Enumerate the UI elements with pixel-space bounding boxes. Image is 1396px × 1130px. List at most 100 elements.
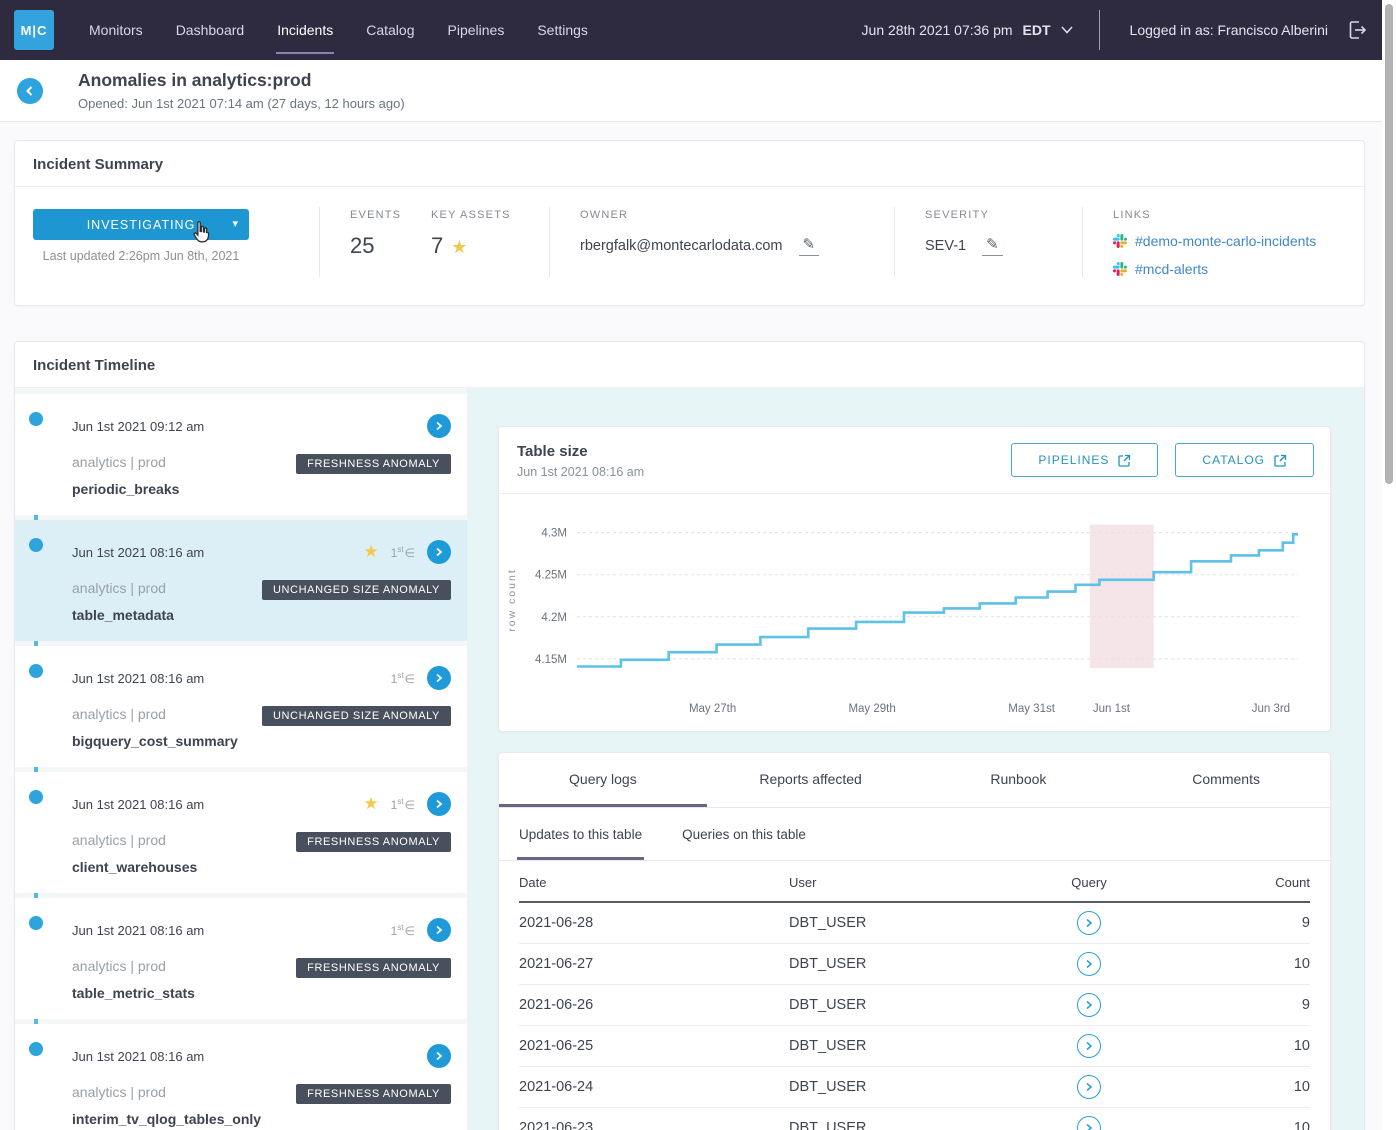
scrollbar-thumb[interactable] (1385, 4, 1393, 484)
chevron-right-icon (1084, 1123, 1094, 1130)
table-size-subtitle: Jun 1st 2021 08:16 am (517, 465, 644, 479)
query-table-header: Date User Query Count (519, 861, 1310, 903)
query-row-count: 10 (1169, 956, 1310, 972)
open-incident-button[interactable] (427, 792, 451, 816)
back-button[interactable] (17, 78, 43, 104)
edit-owner-icon[interactable]: ✎ (799, 235, 820, 256)
open-incident-button[interactable] (427, 918, 451, 942)
svg-text:Jun 1st: Jun 1st (1093, 703, 1131, 715)
timeline-dot (29, 916, 43, 930)
scrollbar[interactable] (1382, 0, 1396, 1130)
key-asset-star-icon: ★ (363, 794, 378, 814)
page-subtitle: Opened: Jun 1st 2021 07:14 am (27 days, … (78, 96, 1396, 111)
svg-text:row count: row count (506, 568, 518, 632)
timeline-item-date: Jun 1st 2021 08:16 am (72, 545, 204, 560)
timeline-item-table-name: periodic_breaks (72, 481, 451, 497)
timeline-item[interactable]: Jun 1st 2021 08:16 am ★ 1st∈ analytics |… (15, 898, 467, 1019)
query-row-date: 2021-06-24 (519, 1079, 789, 1095)
catalog-button[interactable]: CATALOG (1175, 443, 1314, 477)
nav-item-monitors[interactable]: Monitors (88, 16, 144, 44)
svg-text:4.25M: 4.25M (535, 570, 567, 582)
chevron-right-icon (434, 547, 444, 557)
key-assets-label: KEY ASSETS (431, 209, 549, 221)
external-link-icon (1274, 454, 1287, 467)
tab-runbook[interactable]: Runbook (915, 753, 1123, 807)
timeline-item-table-name: bigquery_cost_summary (72, 733, 451, 749)
open-incident-button[interactable] (427, 666, 451, 690)
timeline-item-table-name: client_warehouses (72, 859, 451, 875)
subtab-queries-on-this-table[interactable]: Queries on this table (680, 808, 808, 860)
slack-icon (1113, 234, 1127, 248)
datetime-dropdown[interactable]: Jun 28th 2021 07:36 pm EDT (862, 22, 1073, 38)
query-row-count: 10 (1169, 1120, 1310, 1130)
nav-item-pipelines[interactable]: Pipelines (447, 16, 506, 44)
open-incident-button[interactable] (427, 540, 451, 564)
key-assets-value: 7★ (431, 233, 549, 259)
svg-text:Jun 3rd: Jun 3rd (1252, 703, 1290, 715)
logout-icon[interactable] (1346, 19, 1368, 41)
chevron-left-icon (24, 85, 36, 97)
status-dropdown-button[interactable]: INVESTIGATING ▾ (33, 209, 249, 240)
timeline-item-date: Jun 1st 2021 09:12 am (72, 419, 204, 434)
timeline-item-dataset: analytics | prod (72, 580, 166, 596)
timeline-item-date: Jun 1st 2021 08:16 am (72, 797, 204, 812)
svg-text:May 29th: May 29th (848, 703, 895, 715)
query-row-count: 9 (1169, 997, 1310, 1013)
query-row-user: DBT_USER (789, 1038, 1009, 1054)
table-size-chart: 4.15M4.2M4.25M4.3MMay 27thMay 29thMay 31… (501, 508, 1316, 720)
view-query-button[interactable] (1077, 911, 1101, 935)
timeline-item[interactable]: Jun 1st 2021 08:16 am ★ 1st∈ analytics |… (15, 772, 467, 893)
chevron-right-icon (434, 673, 444, 683)
timeline-item-dataset: analytics | prod (72, 706, 166, 722)
timeline-item[interactable]: Jun 1st 2021 08:16 am ★ 1st∈ analytics |… (15, 1024, 467, 1130)
nav-item-settings[interactable]: Settings (536, 16, 589, 44)
view-query-button[interactable] (1077, 1034, 1101, 1058)
tab-reports-affected[interactable]: Reports affected (707, 753, 915, 807)
svg-text:4.3M: 4.3M (541, 528, 567, 540)
svg-text:May 31st: May 31st (1008, 703, 1055, 715)
slack-channel-link[interactable]: #demo-monte-carlo-incidents (1135, 233, 1316, 249)
first-incident-icon: 1st∈ (391, 671, 415, 686)
query-row-user: DBT_USER (789, 1120, 1009, 1130)
status-last-updated: Last updated 2:26pm Jun 8th, 2021 (33, 249, 249, 263)
view-query-button[interactable] (1077, 993, 1101, 1017)
view-query-button[interactable] (1077, 952, 1101, 976)
anomaly-type-tag: FRESHNESS ANOMALY (296, 958, 451, 978)
timeline-item[interactable]: Jun 1st 2021 08:16 am ★ 1st∈ analytics |… (15, 520, 467, 641)
open-incident-button[interactable] (427, 414, 451, 438)
svg-text:4.2M: 4.2M (541, 612, 567, 624)
query-row-count: 10 (1169, 1038, 1310, 1054)
anomaly-type-tag: FRESHNESS ANOMALY (296, 1084, 451, 1104)
timeline-dot (29, 790, 43, 804)
pipelines-button[interactable]: PIPELINES (1011, 443, 1158, 477)
timeline-item[interactable]: Jun 1st 2021 08:16 am ★ 1st∈ analytics |… (15, 646, 467, 767)
query-row-date: 2021-06-23 (519, 1120, 789, 1130)
page-title: Anomalies in analytics:prod (78, 70, 1396, 91)
nav-item-incidents[interactable]: Incidents (276, 16, 334, 44)
open-incident-button[interactable] (427, 1044, 451, 1068)
tab-comments[interactable]: Comments (1122, 753, 1330, 807)
slack-channel-link[interactable]: #mcd-alerts (1135, 261, 1208, 277)
query-row-user: DBT_USER (789, 956, 1009, 972)
events-label: EVENTS (350, 209, 431, 221)
view-query-button[interactable] (1077, 1116, 1101, 1130)
page-header: Anomalies in analytics:prod Opened: Jun … (0, 60, 1396, 122)
incident-timeline-card: Incident Timeline Jun 1st 2021 09:12 am … (14, 341, 1365, 1130)
montecarlo-logo[interactable]: M|C (14, 10, 54, 50)
view-query-button[interactable] (1077, 1075, 1101, 1099)
timeline-item[interactable]: Jun 1st 2021 09:12 am ★ 1st∈ analytics |… (15, 394, 467, 515)
table-size-card: Table size Jun 1st 2021 08:16 am PIPELIN… (498, 426, 1331, 732)
subtab-updates-to-this-table[interactable]: Updates to this table (517, 808, 644, 860)
svg-text:May 27th: May 27th (689, 703, 736, 715)
severity-value: SEV-1 (925, 238, 966, 254)
edit-severity-icon[interactable]: ✎ (982, 235, 1003, 256)
anomaly-type-tag: UNCHANGED SIZE ANOMALY (262, 706, 451, 726)
column-user: User (789, 875, 1009, 890)
nav-item-dashboard[interactable]: Dashboard (175, 16, 246, 44)
severity-label: SEVERITY (925, 209, 1082, 221)
status-label: INVESTIGATING (87, 218, 196, 232)
incident-tabs-card: Query logs Reports affected Runbook Comm… (498, 752, 1331, 1130)
nav-item-catalog[interactable]: Catalog (365, 16, 415, 44)
incident-detail-panel: Table size Jun 1st 2021 08:16 am PIPELIN… (467, 388, 1364, 1130)
tab-query-logs[interactable]: Query logs (499, 753, 707, 807)
